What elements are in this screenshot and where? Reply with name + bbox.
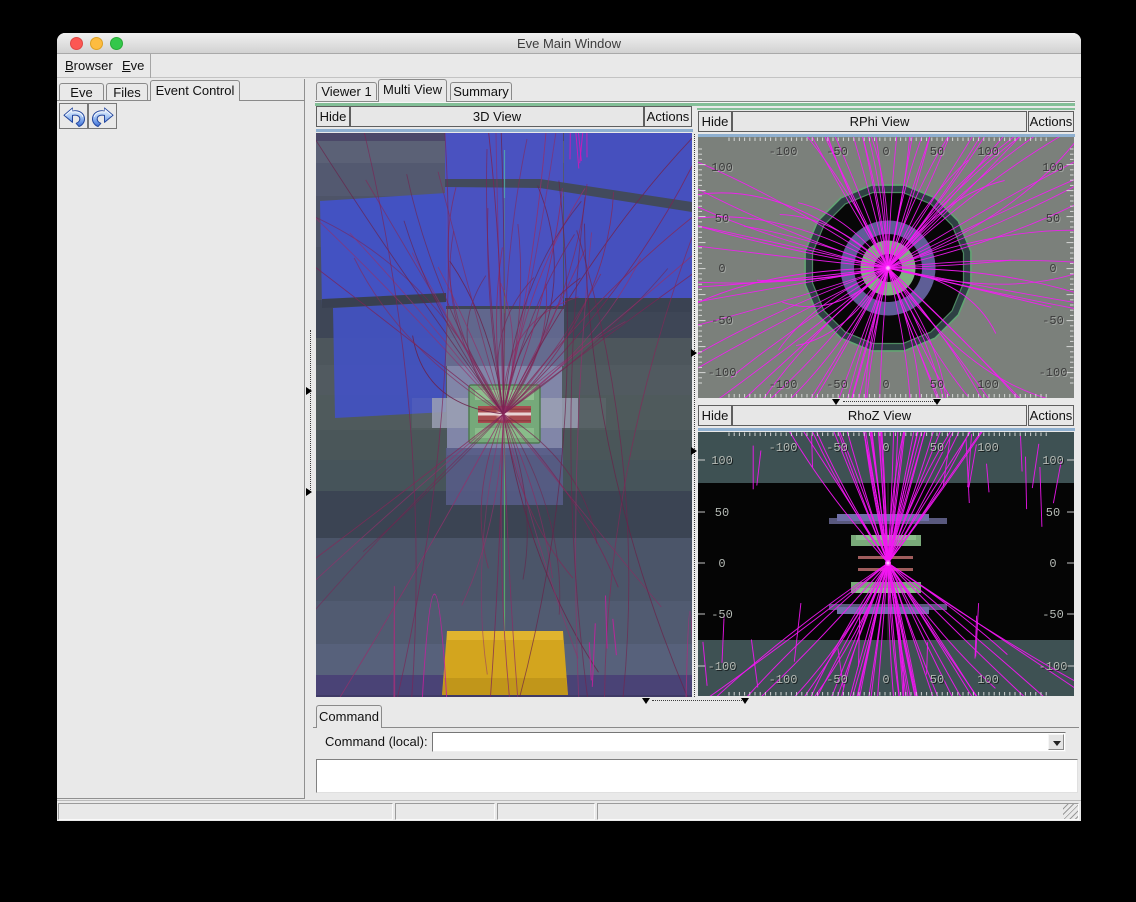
svg-text:-100: -100 [769, 378, 798, 392]
svg-text:-50: -50 [711, 314, 733, 328]
svg-text:50: 50 [1046, 506, 1060, 520]
svg-text:-100: -100 [708, 660, 737, 674]
svg-text:-100: -100 [769, 441, 798, 455]
svg-text:50: 50 [1046, 212, 1060, 226]
svg-text:-50: -50 [1042, 314, 1064, 328]
svg-text:100: 100 [977, 441, 999, 455]
svg-text:100: 100 [977, 145, 999, 159]
svg-text:-100: -100 [1039, 660, 1068, 674]
svg-text:0: 0 [1049, 557, 1056, 571]
svg-text:50: 50 [930, 441, 944, 455]
svg-text:0: 0 [882, 673, 889, 687]
svg-text:100: 100 [977, 378, 999, 392]
svg-text:-50: -50 [826, 673, 848, 687]
svg-text:-100: -100 [1039, 366, 1068, 380]
svg-text:0: 0 [1049, 262, 1056, 276]
svg-text:100: 100 [1042, 161, 1064, 175]
svg-text:-50: -50 [711, 608, 733, 622]
svg-text:50: 50 [715, 506, 729, 520]
svg-text:-50: -50 [826, 378, 848, 392]
svg-text:100: 100 [977, 673, 999, 687]
svg-text:0: 0 [882, 441, 889, 455]
svg-text:-50: -50 [826, 145, 848, 159]
svg-text:0: 0 [718, 262, 725, 276]
svg-text:-50: -50 [1042, 608, 1064, 622]
svg-text:-100: -100 [769, 145, 798, 159]
svg-text:-100: -100 [708, 366, 737, 380]
svg-text:0: 0 [882, 145, 889, 159]
svg-text:0: 0 [882, 378, 889, 392]
svg-text:100: 100 [711, 161, 733, 175]
svg-text:50: 50 [930, 145, 944, 159]
svg-text:50: 50 [715, 212, 729, 226]
svg-text:100: 100 [1042, 454, 1064, 468]
svg-text:-50: -50 [826, 441, 848, 455]
svg-text:100: 100 [711, 454, 733, 468]
svg-text:50: 50 [930, 378, 944, 392]
svg-text:0: 0 [718, 557, 725, 571]
svg-text:-100: -100 [769, 673, 798, 687]
svg-text:50: 50 [930, 673, 944, 687]
